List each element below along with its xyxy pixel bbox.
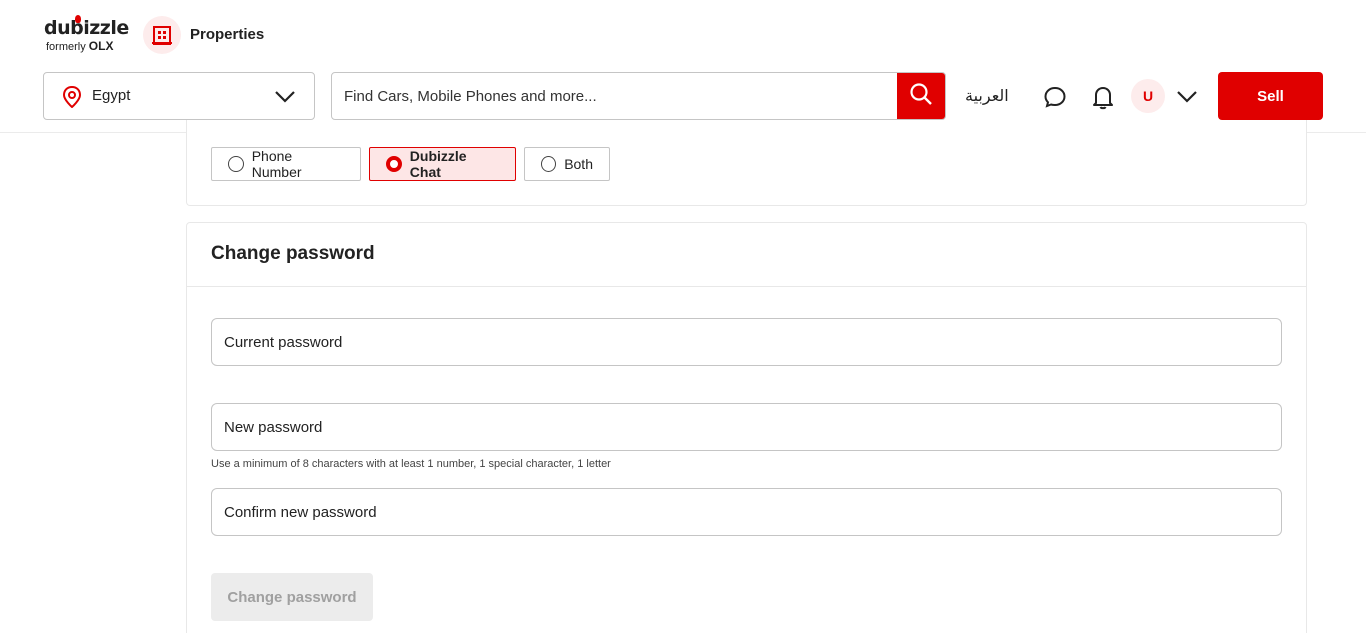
password-hint: Use a minimum of 8 characters with at le… — [211, 458, 611, 470]
contact-option-label: Dubizzle Chat — [409, 148, 467, 180]
language-switch[interactable]: العربية — [965, 86, 1009, 105]
contact-option-chat[interactable]: Dubizzle Chat — [369, 147, 516, 181]
current-password-field — [211, 318, 1282, 366]
category-properties-link[interactable]: Properties — [190, 26, 264, 43]
logo-flame-icon — [75, 15, 81, 23]
search-input[interactable] — [332, 73, 899, 119]
confirm-password-input[interactable] — [212, 489, 1281, 535]
radio-checked-icon — [386, 156, 402, 172]
chat-icon[interactable] — [1043, 85, 1067, 114]
new-password-input[interactable] — [212, 404, 1281, 450]
search-button[interactable] — [897, 73, 945, 119]
card-title: Change password — [211, 243, 375, 264]
chevron-down-icon[interactable] — [1176, 88, 1198, 111]
location-value: Egypt — [92, 87, 131, 104]
contact-option-label: Phone Number — [251, 148, 302, 180]
search-icon — [909, 82, 933, 111]
card-header: Change password — [187, 223, 1306, 287]
confirm-password-field — [211, 488, 1282, 536]
logo-tagline: formerly OLX — [46, 39, 114, 53]
sell-button[interactable]: Sell — [1218, 72, 1323, 120]
building-icon[interactable] — [143, 16, 181, 54]
olx-logo: OLX — [88, 39, 114, 53]
bell-icon[interactable] — [1092, 84, 1114, 115]
search-bar — [331, 72, 946, 120]
location-pin-icon — [62, 85, 82, 113]
logo-wordmark: dubizzle — [44, 17, 129, 39]
radio-unchecked-icon — [541, 156, 557, 172]
top-header: dubizzle formerly OLX Properties Egypt F… — [0, 0, 1366, 133]
dubizzle-logo[interactable]: dubizzle formerly OLX — [44, 15, 129, 57]
chevron-down-icon — [274, 86, 296, 111]
contact-option-phone[interactable]: Phone Number — [211, 147, 361, 181]
radio-unchecked-icon — [228, 156, 244, 172]
contact-option-label: Both — [564, 156, 593, 172]
new-password-field — [211, 403, 1282, 451]
user-avatar[interactable]: U — [1131, 79, 1165, 113]
current-password-input[interactable] — [212, 319, 1281, 365]
location-selector[interactable]: Egypt — [43, 72, 315, 120]
change-password-button[interactable]: Change password — [211, 573, 373, 621]
contact-option-both[interactable]: Both — [524, 147, 610, 181]
